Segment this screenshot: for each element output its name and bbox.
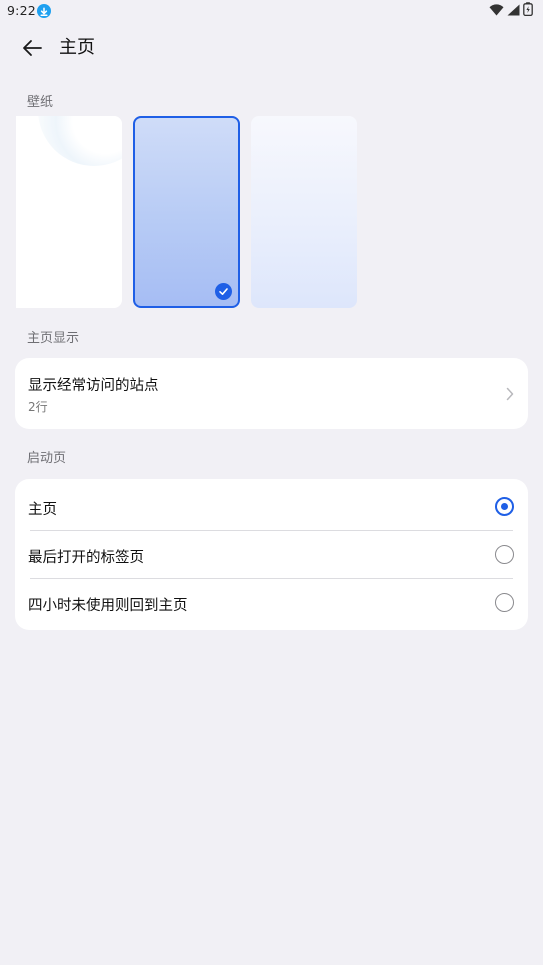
startup-option-return-home[interactable]: 四小时未使用则回到主页	[15, 575, 528, 623]
frequent-sites-value: 2行	[28, 400, 48, 414]
radio-unselected-icon[interactable]	[495, 593, 514, 612]
status-icons	[489, 1, 533, 20]
status-bar: 9:22	[0, 0, 543, 22]
check-icon	[215, 283, 232, 300]
wallpaper-option-2[interactable]	[133, 116, 240, 308]
startup-option-label: 最后打开的标签页	[28, 550, 144, 566]
wallpaper-section-label: 壁纸	[27, 95, 54, 110]
page-title: 主页	[59, 37, 95, 58]
download-icon	[37, 4, 51, 18]
radio-unselected-icon[interactable]	[495, 545, 514, 564]
startup-option-label: 四小时未使用则回到主页	[28, 598, 188, 614]
wallpaper-option-1[interactable]	[16, 116, 122, 308]
wifi-icon	[489, 1, 504, 20]
wallpaper-option-3[interactable]	[251, 116, 357, 308]
startup-option-label: 主页	[28, 502, 57, 518]
arrow-left-icon	[23, 40, 42, 56]
wallpaper-ring-decoration	[38, 116, 122, 166]
frequent-sites-title: 显示经常访问的站点	[28, 378, 159, 394]
status-time: 9:22	[7, 3, 36, 18]
back-button[interactable]	[20, 36, 44, 60]
startup-section-label: 启动页	[27, 451, 67, 466]
radio-selected-icon[interactable]	[495, 497, 514, 516]
app-bar: 主页	[0, 28, 543, 68]
battery-icon	[523, 1, 533, 20]
startup-option-last-tab[interactable]: 最后打开的标签页	[15, 527, 528, 575]
frequent-sites-setting[interactable]: 显示经常访问的站点 2行	[15, 358, 528, 429]
startup-option-home[interactable]: 主页	[15, 479, 528, 527]
startup-options-card: 主页 最后打开的标签页 四小时未使用则回到主页	[15, 479, 528, 630]
home-display-section-label: 主页显示	[27, 331, 80, 346]
chevron-right-icon	[506, 386, 514, 405]
signal-icon	[507, 1, 520, 20]
